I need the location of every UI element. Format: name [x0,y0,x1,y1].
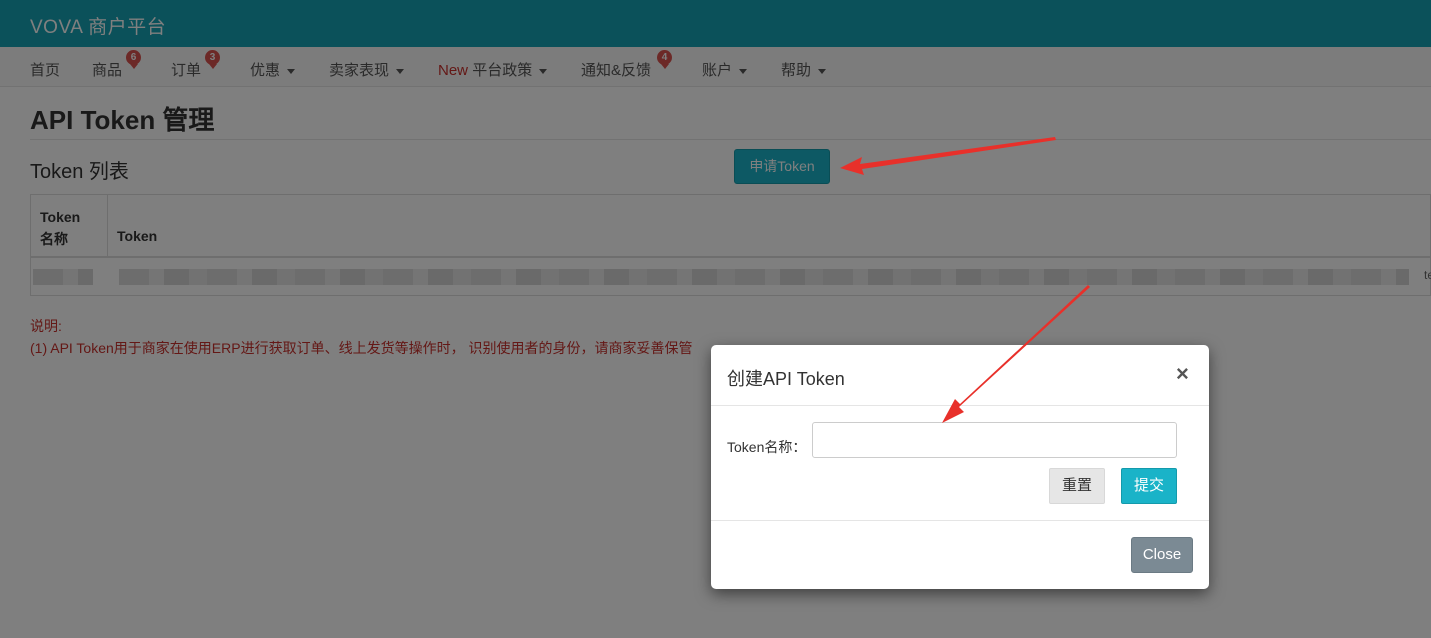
annotation-arrows [840,137,1090,423]
arrow-icon [840,137,1056,175]
arrow-icon [942,285,1090,423]
